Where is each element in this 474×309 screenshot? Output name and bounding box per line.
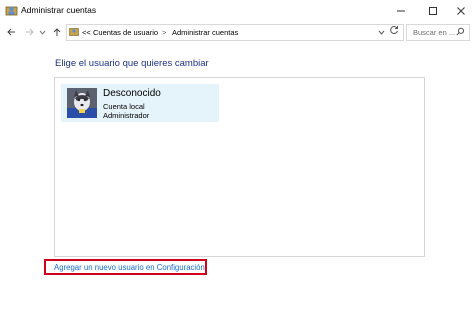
refresh-button[interactable] — [389, 25, 399, 37]
user-account-type: Cuenta local — [103, 102, 145, 111]
chevron-down-icon — [39, 30, 45, 35]
maximize-icon — [429, 7, 437, 15]
address-field[interactable]: << Cuentas de usuario > Administrar cuen… — [66, 24, 404, 41]
minimize-button[interactable] — [386, 0, 416, 22]
user-role: Administrador — [103, 111, 150, 120]
address-bar-row: << Cuentas de usuario > Administrar cuen… — [0, 22, 474, 42]
search-placeholder: Buscar en ... — [413, 28, 456, 37]
breadcrumb-overflow[interactable]: << — [82, 28, 91, 37]
breadcrumb-administrar-cuentas[interactable]: Administrar cuentas — [172, 28, 238, 37]
window-title: Administrar cuentas — [21, 5, 97, 15]
forward-button[interactable] — [23, 25, 37, 39]
control-panel-icon — [69, 28, 79, 36]
forward-arrow-icon — [26, 28, 34, 36]
title-bar: Administrar cuentas — [0, 0, 474, 22]
user-name: Desconocido — [103, 88, 161, 99]
refresh-icon — [390, 26, 398, 35]
husky-dog-avatar-icon — [67, 88, 97, 118]
breadcrumb-separator[interactable]: > — [162, 28, 166, 37]
close-icon — [457, 7, 465, 15]
close-button[interactable] — [446, 0, 474, 22]
search-icon[interactable] — [456, 27, 465, 36]
page-heading: Elige el usuario que quieres cambiar — [55, 58, 209, 69]
user-accounts-icon — [5, 6, 18, 16]
avatar — [67, 88, 97, 118]
recent-locations-button[interactable] — [38, 25, 46, 39]
add-user-link-highlight: Agregar un nuevo usuario en Configuració… — [44, 259, 207, 275]
back-button[interactable] — [4, 25, 18, 39]
maximize-button[interactable] — [418, 0, 448, 22]
user-tile[interactable]: Desconocido Cuenta local Administrador — [61, 84, 219, 122]
up-arrow-icon — [53, 28, 61, 36]
up-button[interactable] — [50, 25, 64, 39]
search-box[interactable]: Buscar en ... — [406, 24, 470, 41]
minimize-icon — [397, 10, 405, 12]
back-arrow-icon — [7, 28, 15, 36]
chevron-down-icon[interactable] — [378, 29, 385, 36]
add-user-link[interactable]: Agregar un nuevo usuario en Configuració… — [54, 263, 205, 272]
breadcrumb-cuentas-de-usuario[interactable]: Cuentas de usuario — [93, 28, 158, 37]
user-list-panel: Desconocido Cuenta local Administrador — [54, 77, 425, 257]
